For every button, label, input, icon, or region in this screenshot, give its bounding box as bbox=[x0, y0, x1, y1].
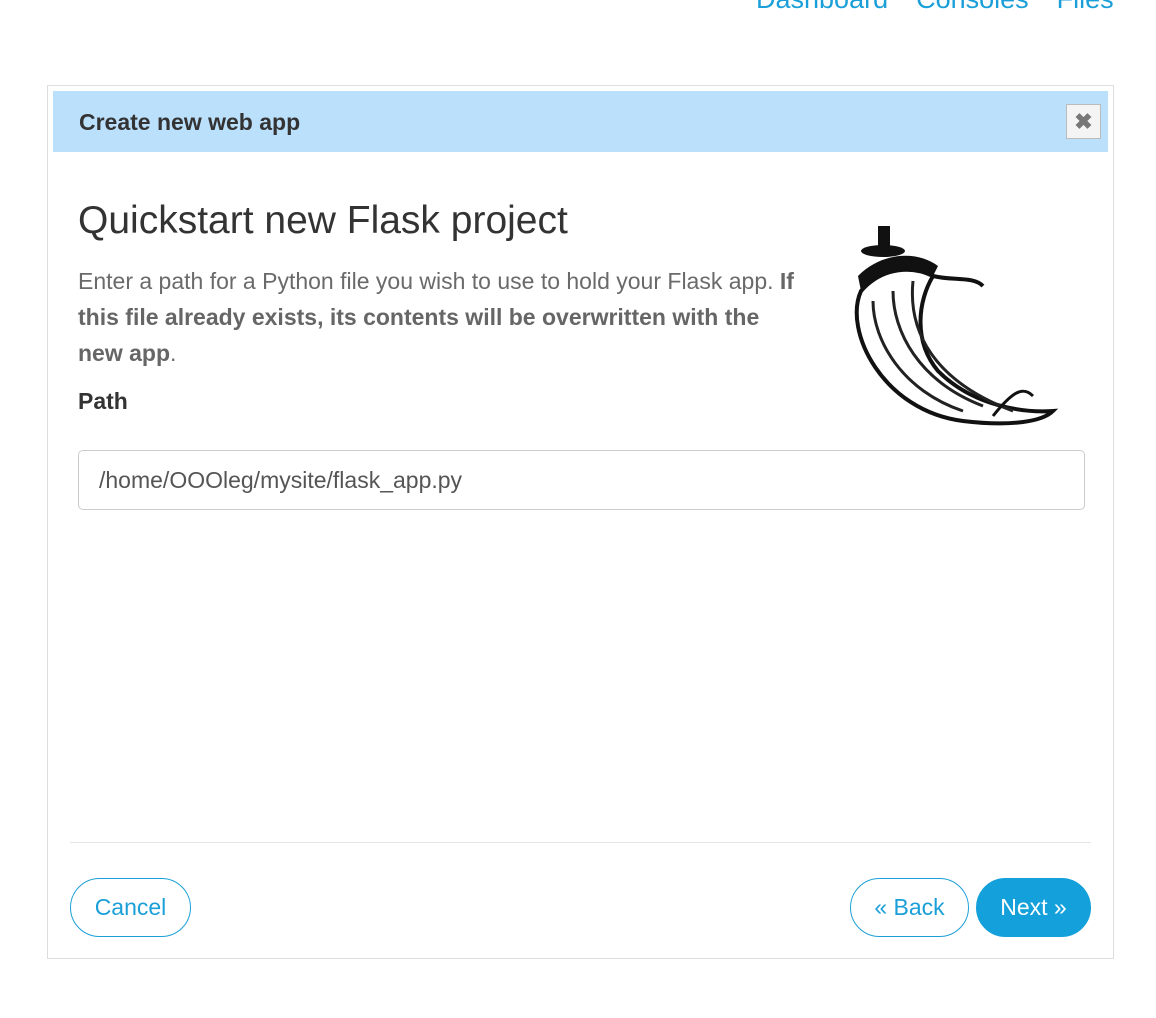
description: Enter a path for a Python file you wish … bbox=[78, 263, 798, 371]
modal-header: Create new web app ✖ bbox=[53, 91, 1108, 152]
top-nav: Dashboard Consoles Files bbox=[756, 0, 1114, 15]
cancel-button[interactable]: Cancel bbox=[70, 878, 191, 937]
nav-dashboard[interactable]: Dashboard bbox=[756, 0, 888, 15]
flask-logo-icon bbox=[854, 226, 1059, 426]
nav-files[interactable]: Files bbox=[1057, 0, 1114, 15]
page-title: Quickstart new Flask project bbox=[78, 199, 568, 242]
close-icon: ✖ bbox=[1074, 108, 1093, 134]
modal-title: Create new web app bbox=[79, 109, 301, 135]
create-web-app-modal: Create new web app ✖ Quickstart new Flas… bbox=[47, 85, 1114, 959]
next-button[interactable]: Next » bbox=[976, 878, 1091, 937]
close-button[interactable]: ✖ bbox=[1066, 104, 1101, 139]
description-end: . bbox=[170, 340, 177, 366]
back-button[interactable]: « Back bbox=[850, 878, 969, 937]
nav-consoles[interactable]: Consoles bbox=[916, 0, 1029, 15]
path-input[interactable] bbox=[78, 450, 1085, 510]
footer-divider bbox=[70, 842, 1091, 843]
path-label: Path bbox=[78, 388, 128, 414]
description-text: Enter a path for a Python file you wish … bbox=[78, 268, 780, 294]
